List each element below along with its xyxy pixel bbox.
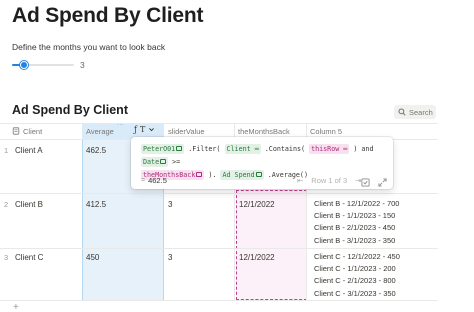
list-item: Client C - 2/1/2023 - 800 xyxy=(314,276,396,286)
cell-monthsback[interactable]: 12/1/2022 xyxy=(239,253,275,262)
cell-monthsback[interactable]: 12/1/2022 xyxy=(239,200,275,209)
search-label: Search xyxy=(409,107,433,117)
column-chip[interactable]: Ad Spend xyxy=(220,170,264,180)
equals-icon: ═ xyxy=(343,145,348,153)
formula-text: .Contains( xyxy=(264,145,306,153)
average-header-actions: ƒ T xyxy=(134,125,155,134)
result-value: 462.5 xyxy=(148,176,167,185)
add-row-icon[interactable]: + xyxy=(13,303,19,312)
cell-slidervalue[interactable]: 3 xyxy=(168,200,172,209)
table-icon xyxy=(196,172,203,177)
list-item: Client B - 3/1/2023 - 350 xyxy=(314,235,396,245)
cell-client[interactable]: Client C xyxy=(15,253,43,262)
cell-client[interactable]: Client B xyxy=(15,200,43,209)
slider-value: 3 xyxy=(80,60,85,70)
divider xyxy=(0,193,438,194)
table-chip[interactable]: PeterO01 xyxy=(141,144,185,154)
column-header-label: Average xyxy=(86,126,114,136)
equals-icon: ═ xyxy=(254,145,259,153)
formula-text: ). xyxy=(208,171,217,179)
divider xyxy=(0,123,438,124)
list-item: Client C - 12/1/2022 - 450 xyxy=(314,252,400,261)
cell-column5[interactable]: Client B - 12/1/2022 - 700 Client B - 1/… xyxy=(314,198,399,247)
table-icon xyxy=(176,146,183,151)
row-navigator: ⇤ Row 1 of 3 ⇥ xyxy=(297,176,361,185)
cell-average[interactable]: 450 xyxy=(86,253,99,262)
column-header-label: sliderValue xyxy=(168,126,205,136)
row-number: 3 xyxy=(4,253,9,262)
chevron-down-icon[interactable] xyxy=(148,126,155,133)
column-header-label: theMonthsBack xyxy=(238,126,290,136)
text-format-icon[interactable]: T xyxy=(140,125,145,134)
prev-row-icon[interactable]: ⇤ xyxy=(297,176,303,185)
list-item: Client C - 3/1/2023 - 350 xyxy=(314,288,396,298)
list-item: Client B - 2/1/2023 - 450 xyxy=(314,223,396,233)
cell-slidervalue[interactable]: 3 xyxy=(168,253,172,262)
list-item: Client B - 1/1/2023 - 150 xyxy=(314,211,396,221)
column-header-average[interactable]: Average xyxy=(86,123,114,139)
search-icon xyxy=(398,108,406,116)
cell-average[interactable]: 412.5 xyxy=(86,200,106,209)
list-item: Client B - 12/1/2022 - 700 xyxy=(314,199,400,208)
search-button[interactable]: Search xyxy=(394,105,436,119)
formula-icon[interactable]: ƒ xyxy=(134,125,137,134)
row-number: 1 xyxy=(4,146,9,155)
equals-sign: = xyxy=(141,177,146,184)
document-icon xyxy=(12,127,20,135)
help-icon[interactable] xyxy=(360,177,370,187)
table-icon xyxy=(255,172,262,177)
row-number: 2 xyxy=(4,200,9,209)
page-title: Ad Spend By Client xyxy=(12,4,204,27)
column-chip[interactable]: Client ═ xyxy=(224,144,261,154)
divider xyxy=(0,248,438,249)
formula-text: ) and xyxy=(353,145,374,153)
column-header-label: Column 5 xyxy=(310,126,343,136)
row-indicator: Row 1 of 3 xyxy=(311,176,348,185)
cell-column5[interactable]: Client C - 12/1/2022 - 450 Client C - 1/… xyxy=(314,251,400,300)
column-chip[interactable]: Date xyxy=(141,157,169,167)
formula-text: .Filter( xyxy=(188,145,221,153)
calendar-icon xyxy=(160,159,167,164)
slider-label: Define the months you want to look back xyxy=(12,42,166,52)
column-header-label: Client xyxy=(23,126,43,136)
column-header-client[interactable]: Client xyxy=(12,123,42,139)
divider xyxy=(0,300,438,301)
list-item: Client C - 1/1/2023 - 200 xyxy=(314,264,396,274)
thisrow-chip[interactable]: thisRow ═ xyxy=(309,144,350,154)
formula-text: >= xyxy=(172,158,181,166)
slider-thumb[interactable] xyxy=(20,61,28,69)
cell-client[interactable]: Client A xyxy=(15,146,43,155)
database-title[interactable]: Ad Spend By Client xyxy=(12,103,128,117)
cell-average[interactable]: 462.5 xyxy=(86,146,106,155)
expand-icon[interactable] xyxy=(377,177,387,187)
formula-result: = 462.5 xyxy=(141,176,167,185)
months-slider[interactable] xyxy=(12,60,74,70)
